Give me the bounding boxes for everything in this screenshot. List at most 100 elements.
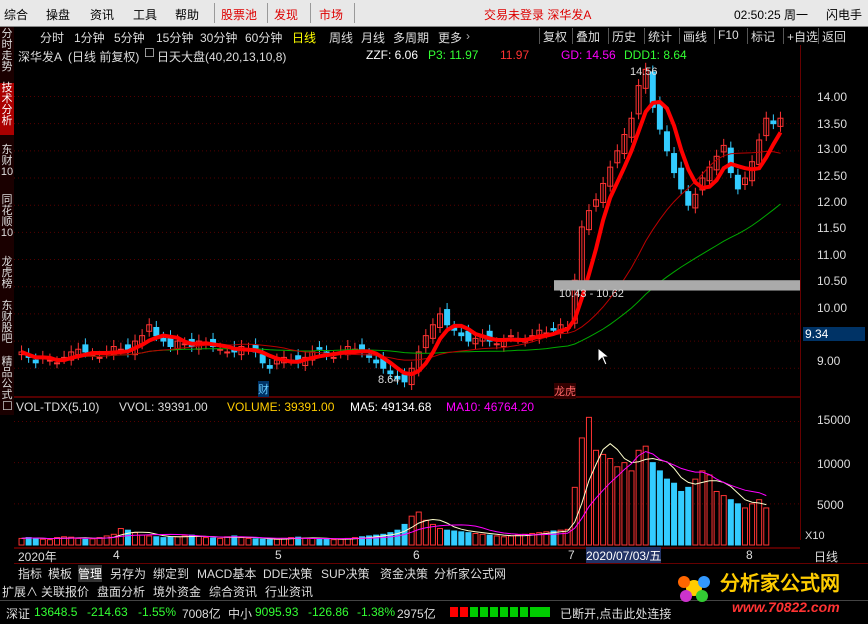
volume-bar [146, 535, 153, 546]
button-history[interactable]: 历史 [608, 28, 639, 44]
menu-item-caopan[interactable]: 操盘 [46, 6, 70, 23]
button-restore-rights[interactable]: 复权 [539, 28, 570, 44]
tab-fund[interactable]: 资金决策 [380, 565, 428, 582]
period-60min[interactable]: 60分钟 [245, 29, 282, 46]
left-tab-label: 分时走势 [1, 28, 13, 73]
volume-bar [663, 478, 670, 546]
candle-body [663, 131, 670, 152]
price-tick: 13.00 [817, 142, 848, 156]
left-tab-label: 龙虎榜 [1, 256, 13, 290]
button-add-watchlist[interactable]: +自选 [783, 28, 821, 44]
volume-bar [316, 538, 323, 546]
left-tab-bar: 分时走势 技术分析 东财10 同花顺10 龙虎榜 东财股吧 精品公式 [0, 27, 14, 415]
period-5min[interactable]: 5分钟 [114, 29, 145, 46]
volume-bar [763, 507, 770, 546]
period-weekly[interactable]: 周线 [329, 29, 353, 46]
tab-sup[interactable]: SUP决策 [321, 565, 370, 582]
candle-body [32, 359, 39, 364]
menu-separator [267, 3, 268, 23]
period-daily[interactable]: 日线 [292, 29, 316, 46]
menu-item-zonghe[interactable]: 综合 [4, 6, 28, 23]
menu-item-gongju[interactable]: 工具 [133, 6, 157, 23]
candle-body [259, 354, 266, 364]
connection-status[interactable]: 已断开,点击此处连接 [560, 605, 671, 622]
volume-bar [252, 538, 259, 546]
menu-item-discover[interactable]: 发现 [274, 6, 298, 23]
kline-chart[interactable] [14, 45, 801, 563]
tab-formula-site[interactable]: 分析家公式网 [434, 565, 506, 582]
candle-body [493, 343, 500, 346]
volume-bar [451, 530, 458, 546]
left-tab-technical[interactable]: 技术分析 [0, 83, 14, 135]
price-axis: 14.00 13.50 13.00 12.50 12.00 11.50 11.0… [800, 45, 866, 542]
volume-bar [642, 445, 649, 546]
left-tab-label: 精品公式 [1, 356, 13, 401]
sz-index-name: 深证 [6, 607, 31, 621]
logo-name: 分析家公式网 [720, 571, 840, 595]
dragon-tiger-marker[interactable]: 龙虎 [554, 383, 576, 399]
left-tab-label: 技术分析 [1, 82, 13, 127]
volume-bar [486, 534, 493, 546]
menu-item-bangzhu[interactable]: 帮助 [175, 6, 199, 23]
period-1min[interactable]: 1分钟 [74, 29, 105, 46]
volume-bar [139, 534, 146, 546]
ext-tab-related[interactable]: 关联报价 [41, 583, 89, 600]
sz-index-value: 13648.5 [34, 605, 78, 619]
menu-item-market[interactable]: 市场 [319, 6, 343, 23]
volume-bar [734, 503, 741, 546]
menu-separator [310, 3, 311, 23]
ext-tab-market-analysis[interactable]: 盘面分析 [97, 583, 145, 600]
candle-body [316, 347, 323, 350]
volume-bar [82, 538, 89, 546]
menu-item-stock-pool[interactable]: 股票池 [221, 6, 257, 23]
volume-bar [217, 537, 224, 546]
candle-body [401, 374, 408, 383]
period-more[interactable]: 更多 [438, 29, 462, 46]
button-mark[interactable]: 标记 [747, 28, 778, 44]
period-multi[interactable]: 多周期 [393, 29, 429, 46]
candle-body [54, 362, 61, 365]
left-tab-guba[interactable]: 东财股吧 [0, 301, 14, 351]
tab-save-as[interactable]: 另存为 [110, 565, 146, 582]
button-back[interactable]: 返回 [818, 28, 849, 44]
trade-notice[interactable]: 交易未登录 深华发A [484, 6, 591, 23]
tab-template[interactable]: 模板 [48, 565, 72, 582]
period-intraday[interactable]: 分时 [40, 29, 64, 46]
price-tick: 12.00 [817, 195, 848, 209]
tab-manage[interactable]: 管理 [78, 565, 103, 582]
zx-amount: 2975亿 [397, 607, 436, 621]
candle-body [160, 337, 167, 342]
volume-bar [309, 537, 316, 546]
ext-tab-industry[interactable]: 行业资讯 [265, 583, 313, 600]
period-monthly[interactable]: 月线 [361, 29, 385, 46]
tab-dde[interactable]: DDE决策 [263, 565, 312, 582]
period-15min[interactable]: 15分钟 [156, 29, 193, 46]
finance-marker[interactable]: 财 [258, 381, 269, 397]
menu-item-zixun[interactable]: 资讯 [90, 6, 114, 23]
volume-bar [720, 495, 727, 546]
ext-expand-button[interactable]: 扩展∧ [2, 583, 38, 600]
left-tab-intraday[interactable]: 分时走势 [0, 29, 14, 79]
flash-trade-button[interactable]: 闪电手 [826, 6, 862, 23]
left-tab-tonghuashun[interactable]: 同花顺10 [0, 195, 14, 253]
volume-bar [437, 528, 444, 546]
volume-bar [110, 533, 117, 546]
left-tab-dragon-tiger[interactable]: 龙虎榜 [0, 257, 14, 297]
left-tab-dongcai[interactable]: 东财10 [0, 145, 14, 189]
tab-indicator[interactable]: 指标 [18, 565, 42, 582]
button-overlay[interactable]: 叠加 [572, 28, 603, 44]
ext-tab-news[interactable]: 综合资讯 [209, 583, 257, 600]
tab-bind-to[interactable]: 绑定到 [153, 565, 189, 582]
button-f10[interactable]: F10 [714, 28, 742, 44]
chart-marks [18, 62, 801, 546]
button-draw[interactable]: 画线 [679, 28, 710, 44]
ext-tab-foreign-fund[interactable]: 境外资金 [153, 583, 201, 600]
tab-macd[interactable]: MACD基本 [197, 565, 256, 582]
button-stats[interactable]: 统计 [644, 28, 675, 44]
chart-grid [14, 95, 800, 549]
chevron-right-icon[interactable]: › [466, 29, 470, 43]
candle-body [373, 359, 380, 364]
vol-indicator-icon[interactable]: ☐ [2, 399, 13, 413]
period-30min[interactable]: 30分钟 [200, 29, 237, 46]
price-tick: 9.00 [817, 354, 841, 368]
